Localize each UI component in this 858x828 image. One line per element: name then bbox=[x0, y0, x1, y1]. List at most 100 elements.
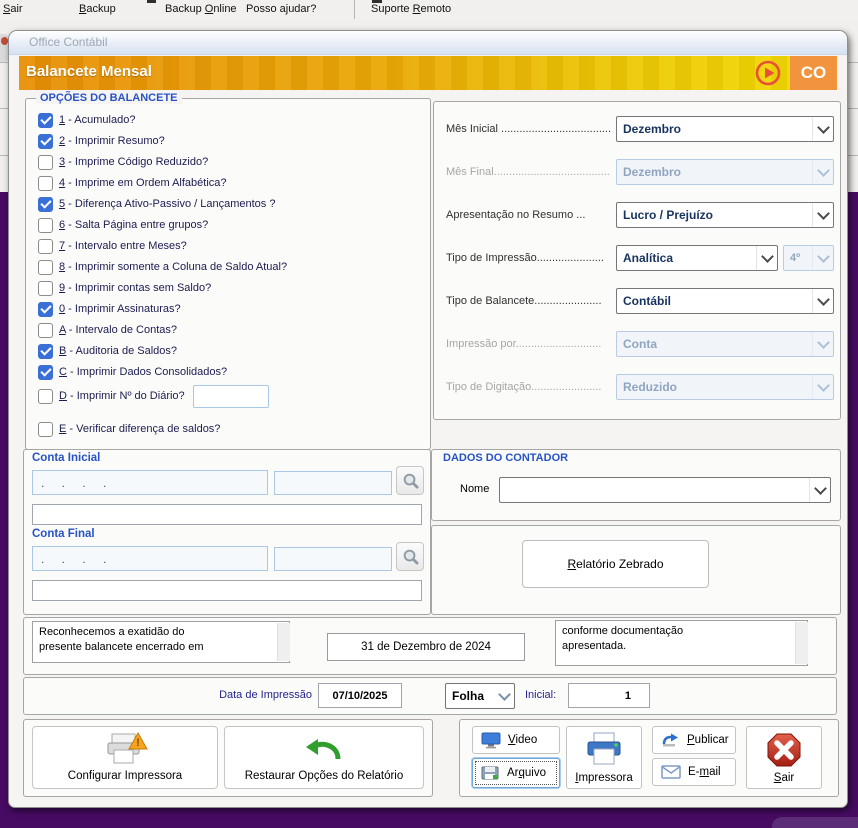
conta-inicial-descricao-input[interactable] bbox=[32, 504, 422, 525]
option-a[interactable]: A - Intervalo de Contas? bbox=[38, 322, 424, 338]
option-3[interactable]: 3 - Imprime Código Reduzido? bbox=[38, 154, 424, 170]
button-label: Publicar bbox=[687, 734, 729, 746]
textarea-scrollbar[interactable] bbox=[795, 622, 808, 664]
combo-value: Contábil bbox=[617, 294, 812, 308]
checkbox-unchecked[interactable] bbox=[38, 218, 53, 233]
combo-value: Lucro / Prejuízo bbox=[617, 208, 812, 222]
checkbox-checked[interactable] bbox=[38, 197, 53, 212]
relatorio-zebrado-button[interactable]: Relatório Zebrado bbox=[522, 540, 709, 588]
option-0[interactable]: 0 - Imprimir Assinaturas? bbox=[38, 301, 424, 317]
checkbox-unchecked[interactable] bbox=[38, 389, 53, 404]
configurar-impressora-button[interactable]: ! Configurar Impressora bbox=[32, 726, 218, 789]
conta-inicial-code-input[interactable] bbox=[32, 470, 268, 495]
option-label: 9 - Imprimir contas sem Saldo? bbox=[59, 282, 211, 294]
option-label: 8 - Imprimir somente a Coluna de Saldo A… bbox=[59, 261, 287, 273]
checkbox-unchecked[interactable] bbox=[38, 239, 53, 254]
numero-diario-input[interactable] bbox=[193, 385, 269, 408]
option-label: A - Intervalo de Contas? bbox=[59, 324, 177, 336]
checkbox-checked[interactable] bbox=[38, 365, 53, 380]
setting-combobox[interactable]: Contábil bbox=[616, 288, 834, 314]
menu-item-backup[interactable]: Backup bbox=[76, 2, 119, 16]
publicar-button[interactable]: Publicar bbox=[652, 726, 736, 754]
chevron-down-icon[interactable] bbox=[494, 684, 514, 708]
menu-item-posso-ajudar-[interactable]: Posso ajudar? bbox=[243, 2, 319, 16]
restaurar-opcoes-button[interactable]: Restaurar Opções do Relatório bbox=[224, 726, 424, 789]
combo-value: Dezembro bbox=[617, 165, 812, 179]
option-1[interactable]: 1 - Acumulado? bbox=[38, 112, 424, 128]
balancete-dialog: Office Contábil Balancete Mensal CO OPÇÕ… bbox=[8, 30, 848, 808]
impressora-button[interactable]: Impressora bbox=[566, 726, 642, 789]
conta-final-descricao-input[interactable] bbox=[32, 580, 422, 601]
folha-combobox[interactable]: Folha bbox=[445, 683, 515, 709]
chevron-down-icon[interactable] bbox=[756, 246, 777, 270]
statement-left-textarea[interactable]: Reconhecemos a exatidão do presente bala… bbox=[32, 621, 290, 663]
option-2[interactable]: 2 - Imprimir Resumo? bbox=[38, 133, 424, 149]
statement-right-textarea[interactable]: conforme documentação apresentada. bbox=[555, 620, 808, 666]
conta-final-code-input[interactable] bbox=[32, 546, 268, 571]
setting-sub-combobox: 4º bbox=[783, 245, 834, 271]
setting-label: Tipo de Digitação....................... bbox=[446, 381, 616, 393]
setting-label: Tipo de Impressão...................... bbox=[446, 252, 616, 264]
sair-button[interactable]: Sair bbox=[746, 726, 822, 789]
setting-combobox[interactable]: Dezembro bbox=[616, 116, 834, 142]
conta-inicial-search-button[interactable] bbox=[396, 466, 424, 495]
menu-item-sair[interactable]: Sair bbox=[0, 2, 26, 16]
checkbox-checked[interactable] bbox=[38, 113, 53, 128]
checkbox-unchecked[interactable] bbox=[38, 176, 53, 191]
window-title: Office Contábil bbox=[29, 35, 108, 49]
checkbox-checked[interactable] bbox=[38, 344, 53, 359]
options-group-title: OPÇÕES DO BALANCETE bbox=[36, 92, 182, 104]
option-label: 3 - Imprime Código Reduzido? bbox=[59, 156, 208, 168]
conta-inicial-reduzido-input[interactable] bbox=[274, 471, 392, 495]
checkbox-checked[interactable] bbox=[38, 302, 53, 317]
chevron-down-icon[interactable] bbox=[812, 117, 833, 141]
chevron-down-icon[interactable] bbox=[812, 203, 833, 227]
conta-final-search-button[interactable] bbox=[396, 542, 424, 571]
play-icon[interactable] bbox=[755, 60, 781, 91]
option-9[interactable]: 9 - Imprimir contas sem Saldo? bbox=[38, 280, 424, 296]
setting-combobox: Dezembro bbox=[616, 159, 834, 185]
publish-icon bbox=[661, 733, 680, 748]
window-titlebar[interactable]: Office Contábil bbox=[9, 31, 847, 55]
conta-final-reduzido-input[interactable] bbox=[274, 547, 392, 571]
restaurar-opcoes-label: Restaurar Opções do Relatório bbox=[245, 770, 404, 782]
chevron-down-icon bbox=[812, 246, 833, 270]
option-c[interactable]: C - Imprimir Dados Consolidados? bbox=[38, 364, 424, 380]
chevron-down-icon[interactable] bbox=[812, 289, 833, 313]
option-6[interactable]: 6 - Salta Página entre grupos? bbox=[38, 217, 424, 233]
setting-row: Tipo de Impressão......................A… bbox=[446, 245, 834, 271]
partial-button-corner bbox=[772, 817, 858, 828]
setting-combobox[interactable]: Lucro / Prejuízo bbox=[616, 202, 834, 228]
menu-item-backup-online[interactable]: Backup Online bbox=[162, 2, 240, 16]
checkbox-unchecked[interactable] bbox=[38, 260, 53, 275]
checkbox-unchecked[interactable] bbox=[38, 323, 53, 338]
menu-item-suporte-remoto[interactable]: Suporte Remoto bbox=[368, 2, 454, 16]
setting-row: Apresentação no Resumo ...Lucro / Prejuí… bbox=[446, 202, 834, 228]
combo-value: Analítica bbox=[617, 251, 756, 265]
search-icon bbox=[402, 472, 419, 489]
option-8[interactable]: 8 - Imprimir somente a Coluna de Saldo A… bbox=[38, 259, 424, 275]
data-impressao-input[interactable] bbox=[318, 683, 402, 708]
arquivo-button[interactable]: Arquivo bbox=[472, 758, 560, 788]
option-7[interactable]: 7 - Intervalo entre Meses? bbox=[38, 238, 424, 254]
checkbox-checked[interactable] bbox=[38, 134, 53, 149]
checkbox-unchecked[interactable] bbox=[38, 155, 53, 170]
folha-inicial-input[interactable] bbox=[568, 683, 650, 708]
checkbox-unchecked[interactable] bbox=[38, 422, 53, 437]
setting-row: Mês Final...............................… bbox=[446, 159, 834, 185]
video-button[interactable]: Video bbox=[472, 726, 560, 754]
nome-combobox[interactable] bbox=[499, 477, 831, 503]
option-b[interactable]: B - Auditoria de Saldos? bbox=[38, 343, 424, 359]
option-4[interactable]: 4 - Imprime em Ordem Alfabética? bbox=[38, 175, 424, 191]
option-d[interactable]: D - Imprimir Nº do Diário? bbox=[38, 385, 424, 407]
chevron-down-icon[interactable] bbox=[809, 478, 830, 502]
impressao-panel: Data de Impressão Folha Inicial: bbox=[23, 677, 837, 715]
setting-combobox[interactable]: Analítica bbox=[616, 245, 778, 271]
statement-date-input[interactable]: 31 de Dezembro de 2024 bbox=[327, 633, 525, 661]
textarea-scrollbar[interactable] bbox=[277, 623, 290, 661]
option-5[interactable]: 5 - Diferença Ativo-Passivo / Lançamento… bbox=[38, 196, 424, 212]
e-mail-button[interactable]: E-mail bbox=[652, 758, 736, 786]
option-e[interactable]: E - Verificar diferença de saldos? bbox=[38, 421, 424, 437]
checkbox-unchecked[interactable] bbox=[38, 281, 53, 296]
setting-label: Impressão por...........................… bbox=[446, 338, 616, 350]
